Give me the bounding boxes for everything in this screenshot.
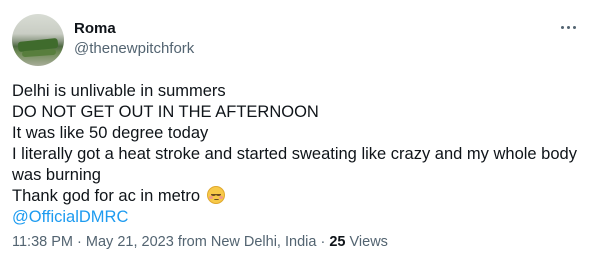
author-display-name[interactable]: Roma: [74, 20, 116, 37]
tweet-card: Roma @thenewpitchfork Delhi is unlivable…: [0, 0, 589, 260]
views-count: 25: [329, 234, 346, 250]
meta-separator: ·: [320, 234, 326, 250]
tweet-date[interactable]: May 21, 2023: [86, 234, 174, 250]
more-dot: [566, 25, 570, 29]
views-label: Views: [349, 234, 388, 250]
tweet-time[interactable]: 11:38 PM: [12, 234, 73, 250]
tweet-line: Thank god for ac in metro: [12, 187, 201, 205]
avatar[interactable]: [12, 14, 64, 66]
smiling-face-with-blush-icon: [206, 186, 225, 204]
tweet-line: I literally got a heat stroke and starte…: [12, 145, 577, 184]
tweet-text: Delhi is unlivable in summers DO NOT GET…: [12, 81, 580, 228]
location-prefix: from: [177, 234, 207, 250]
author-handle[interactable]: @thenewpitchfork: [74, 40, 194, 57]
tweet-line-with-emoji: Thank god for ac in metro: [12, 186, 580, 207]
meta-separator: ·: [77, 234, 82, 250]
more-dot: [560, 25, 564, 29]
tweet-location: New Delhi, India: [210, 234, 317, 250]
avatar-graphic-detail: [21, 48, 57, 58]
mention-link[interactable]: @OfficialDMRC: [12, 207, 580, 228]
more-options-icon[interactable]: [556, 18, 580, 36]
tweet-line: DO NOT GET OUT IN THE AFTERNOON: [12, 103, 319, 121]
tweet-line: Delhi is unlivable in summers: [12, 82, 226, 100]
tweet-line: It was like 50 degree today: [12, 124, 209, 142]
tweet-metadata: 11:38 PM · May 21, 2023 from New Delhi, …: [12, 234, 388, 250]
more-dot: [572, 25, 576, 29]
